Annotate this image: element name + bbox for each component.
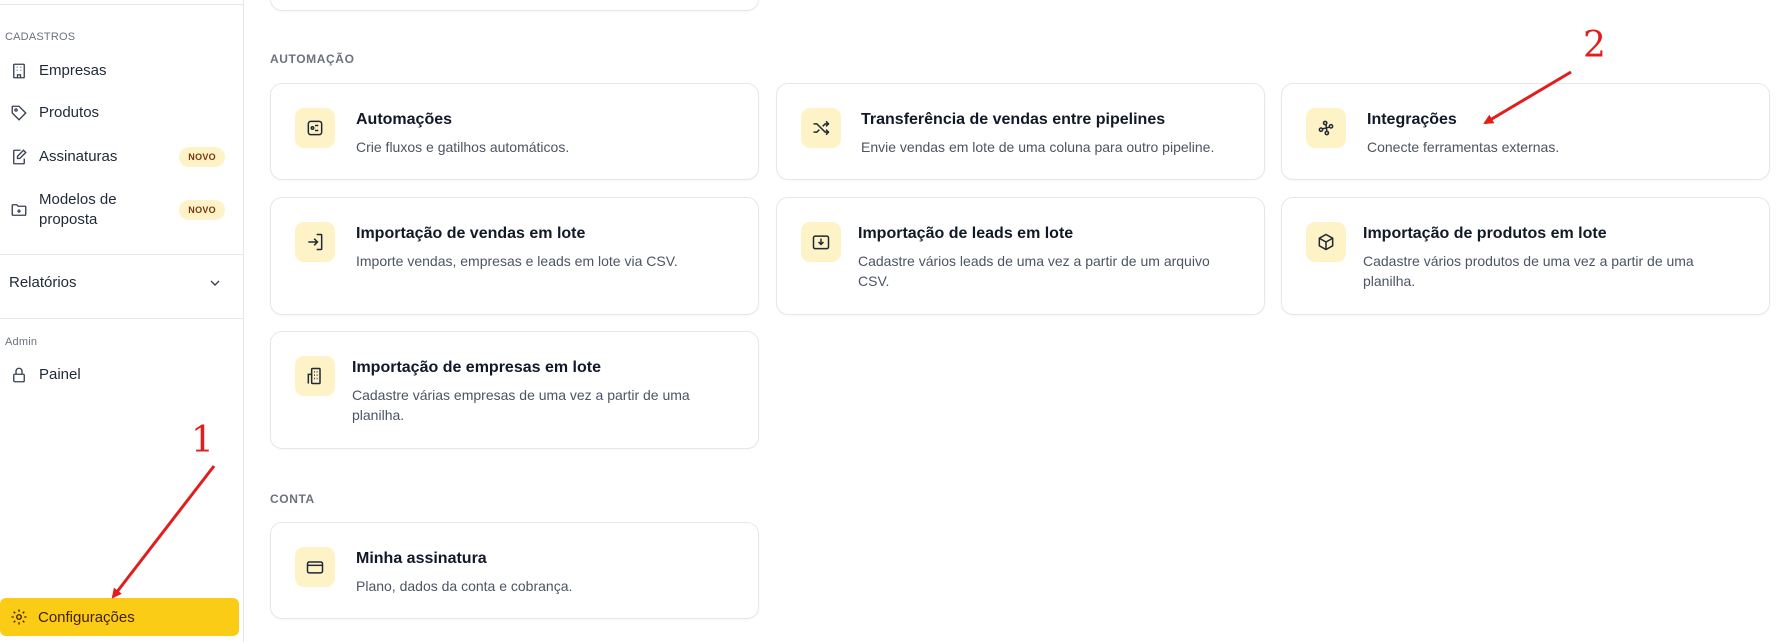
card-title: Minha assinatura xyxy=(356,550,487,567)
card-top-partial[interactable] xyxy=(270,0,759,11)
section-label-cadastros: CADASTROS xyxy=(5,31,76,43)
sidebar-item-empresas[interactable]: Empresas xyxy=(0,60,243,82)
sidebar-item-produtos[interactable]: Produtos xyxy=(0,102,243,124)
integration-icon xyxy=(1306,108,1346,148)
card-description: Importe vendas, empresas e leads em lote… xyxy=(356,253,678,269)
shuffle-icon xyxy=(801,108,841,148)
card-title: Importação de produtos em lote xyxy=(1363,225,1607,242)
sidebar-item-label: Relatórios xyxy=(9,274,77,291)
sidebar-item-relatorios[interactable]: Relatórios xyxy=(0,272,243,294)
card-transferencia-vendas[interactable]: Transferência de vendas entre pipelines … xyxy=(776,83,1265,180)
sidebar-item-configuracoes[interactable]: Configurações xyxy=(0,598,239,636)
download-box-icon xyxy=(801,222,841,262)
card-automacoes[interactable]: Automações Crie fluxos e gatilhos automá… xyxy=(270,83,759,180)
sidebar-item-assinaturas[interactable]: Assinaturas NOVO xyxy=(0,146,243,168)
card-integracoes[interactable]: Integrações Conecte ferramentas externas… xyxy=(1281,83,1770,180)
card-description: Conecte ferramentas externas. xyxy=(1367,139,1560,155)
card-minha-assinatura[interactable]: Minha assinatura Plano, dados da conta e… xyxy=(270,522,759,619)
annotation-number-1: 1 xyxy=(191,420,214,461)
credit-card-icon xyxy=(295,547,335,587)
section-title-automacao: AUTOMAÇÃO xyxy=(270,52,355,66)
tag-icon xyxy=(9,103,29,123)
card-title: Importação de leads em lote xyxy=(858,225,1074,242)
card-description: Cadastre vários leads de uma vez a parti… xyxy=(858,253,1210,289)
sidebar-item-label: Assinaturas xyxy=(39,148,118,165)
card-importacao-produtos[interactable]: Importação de produtos em lote Cadastre … xyxy=(1281,197,1770,315)
new-badge: NOVO xyxy=(179,147,225,167)
card-importacao-vendas[interactable]: Importação de vendas em lote Importe ven… xyxy=(270,197,759,315)
annotation-number-2: 2 xyxy=(1583,25,1606,66)
sidebar-divider xyxy=(0,318,243,319)
folder-plus-icon xyxy=(9,200,29,220)
automation-icon xyxy=(295,108,335,148)
card-description: Crie fluxos e gatilhos automáticos. xyxy=(356,139,570,155)
card-title: Transferência de vendas entre pipelines xyxy=(861,111,1166,128)
sidebar-top-divider xyxy=(0,4,243,5)
import-icon xyxy=(295,222,335,262)
card-description: Cadastre várias empresas de uma vez a pa… xyxy=(352,387,690,423)
sidebar: CADASTROS Empresas Produtos Assinaturas … xyxy=(0,0,244,642)
signature-icon xyxy=(9,147,29,167)
card-description: Plano, dados da conta e cobrança. xyxy=(356,578,573,594)
card-importacao-empresas[interactable]: Importação de empresas em lote Cadastre … xyxy=(270,331,759,449)
package-icon xyxy=(1306,222,1346,262)
sidebar-item-label: Configurações xyxy=(38,608,135,626)
sidebar-item-label: Painel xyxy=(39,366,81,383)
sidebar-item-label: Empresas xyxy=(39,62,107,79)
card-importacao-leads[interactable]: Importação de leads em lote Cadastre vár… xyxy=(776,197,1265,315)
chevron-down-icon xyxy=(207,275,223,296)
new-badge: NOVO xyxy=(179,200,225,220)
card-title: Importação de empresas em lote xyxy=(352,359,601,376)
building-icon xyxy=(9,61,29,81)
gear-icon xyxy=(10,608,28,626)
lock-icon xyxy=(9,365,29,385)
sidebar-item-label: Produtos xyxy=(39,104,100,121)
card-description: Envie vendas em lote de uma coluna para … xyxy=(861,139,1215,155)
sidebar-divider xyxy=(0,254,243,255)
card-title: Importação de vendas em lote xyxy=(356,225,586,242)
card-title: Integrações xyxy=(1367,111,1457,128)
card-title: Automações xyxy=(356,111,453,128)
section-title-conta: CONTA xyxy=(270,492,315,506)
sidebar-item-painel[interactable]: Painel xyxy=(0,364,243,386)
sidebar-item-label: Modelos de proposta xyxy=(39,191,117,228)
sidebar-item-modelos-de-proposta[interactable]: Modelos de proposta NOVO xyxy=(0,188,243,232)
card-description: Cadastre vários produtos de uma vez a pa… xyxy=(1363,253,1694,289)
section-label-admin: Admin xyxy=(5,336,38,348)
building-icon xyxy=(295,356,335,396)
